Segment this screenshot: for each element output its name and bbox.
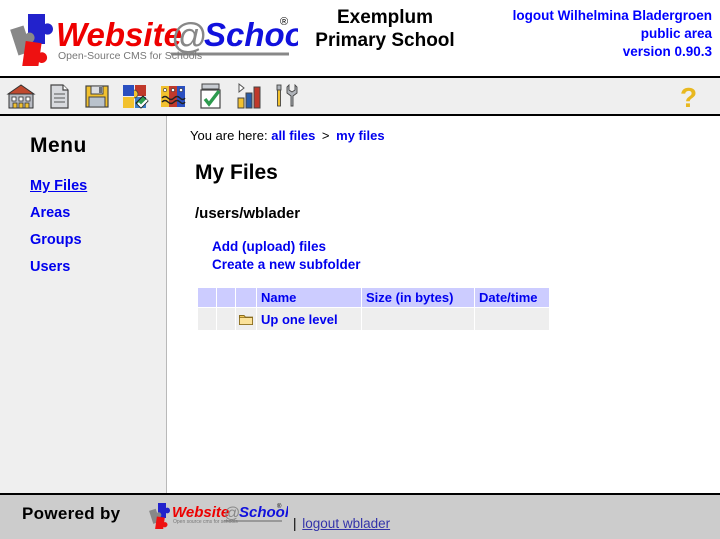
svg-text:®: ® — [280, 16, 288, 28]
question-mark-help-icon[interactable]: ? — [676, 82, 704, 113]
footer-logout-block: | logout wblader — [293, 516, 390, 531]
table-header-name[interactable]: Name — [256, 287, 362, 309]
sidebar-link-groups[interactable]: Groups — [30, 232, 82, 248]
table-header-datetime[interactable]: Date/time — [474, 287, 550, 309]
row-datetime-cell — [474, 307, 550, 332]
row-select-cell — [197, 307, 217, 332]
page-title: My Files — [195, 161, 278, 184]
table-header-size[interactable]: Size (in bytes) — [361, 287, 475, 309]
logout-link-footer[interactable]: logout wblader — [302, 516, 390, 531]
logout-link-header[interactable]: logout Wilhelmina Bladergroen — [513, 8, 712, 23]
page-document-icon[interactable] — [44, 81, 74, 111]
table-header-action — [216, 287, 236, 309]
school-name-line2: Primary School — [315, 30, 455, 52]
footer-brand-logo: Website @ School ® Open source cms for s… — [148, 501, 290, 532]
breadcrumb: You are here: all files > my files — [190, 128, 720, 143]
current-path-label: /users/wblader — [195, 205, 301, 222]
svg-text:Open-Source CMS for Schools: Open-Source CMS for Schools — [58, 50, 202, 62]
create-subfolder-link[interactable]: Create a new subfolder — [212, 256, 720, 274]
sidebar: Menu My Files Areas Groups Users — [0, 116, 167, 501]
table-row[interactable]: Up one level — [197, 307, 550, 332]
floppy-save-icon[interactable] — [82, 81, 112, 111]
action-links: Add (upload) files Create a new subfolde… — [212, 238, 720, 273]
sidebar-menu: My Files Areas Groups Users — [0, 178, 166, 275]
svg-text:Website: Website — [56, 16, 182, 53]
sidebar-title: Menu — [30, 134, 87, 157]
file-list-table: Name Size (in bytes) Date/time Up one le… — [197, 287, 550, 332]
svg-text:®: ® — [277, 503, 282, 510]
main-toolbar: ? — [0, 76, 720, 116]
help-glyph: ? — [680, 82, 697, 112]
toolbar-icon-group — [6, 81, 302, 111]
breadcrumb-separator: > — [321, 128, 330, 143]
website-at-school-logo-svg: Website @ School ® Open-Source CMS for S… — [10, 14, 298, 66]
sidebar-link-areas[interactable]: Areas — [30, 205, 70, 221]
school-name-line1: Exemplum — [336, 7, 434, 28]
row-action-cell — [216, 307, 236, 332]
area-label: public area — [640, 25, 712, 41]
footer-logo-svg: Website @ School ® Open source cms for s… — [149, 503, 290, 532]
page-footer: Powered by Website @ School ® Open sourc… — [0, 493, 720, 539]
main-content: You are here: all files > my files My Fi… — [168, 116, 720, 501]
row-name-cell[interactable]: Up one level — [256, 307, 362, 332]
page-body: Menu My Files Areas Groups Users You are… — [0, 116, 720, 501]
table-header-select — [197, 287, 217, 309]
footer-puzzle-pieces-icon — [149, 503, 170, 532]
tools-icon[interactable] — [272, 81, 302, 111]
page-header: Website @ School ® Open-Source CMS for S… — [0, 0, 720, 76]
row-icon-cell — [235, 307, 257, 332]
brand-logo: Website @ School ® Open-Source CMS for S… — [8, 8, 298, 66]
up-one-level-link[interactable]: Up one level — [261, 312, 338, 327]
users-faces-icon[interactable] — [158, 81, 188, 111]
account-info: logout Wilhelmina Bladergroen public are… — [513, 7, 712, 61]
breadcrumb-link-my-files[interactable]: my files — [336, 128, 384, 143]
powered-by-label: Powered by — [22, 504, 121, 523]
sidebar-item-users[interactable]: Users — [30, 259, 166, 275]
school-name: Exemplum Primary School — [300, 6, 470, 52]
add-upload-files-link[interactable]: Add (upload) files — [212, 238, 720, 256]
bar-chart-icon[interactable] — [234, 81, 264, 111]
breadcrumb-link-all-files[interactable]: all files — [271, 128, 315, 143]
footer-separator: | — [293, 516, 297, 531]
sidebar-item-my-files[interactable]: My Files — [30, 178, 166, 194]
school-building-icon[interactable] — [6, 81, 36, 111]
puzzle-pieces-icon — [10, 14, 53, 66]
row-size-cell — [361, 307, 475, 332]
puzzle-modules-icon[interactable] — [120, 81, 150, 111]
sidebar-link-my-files[interactable]: My Files — [30, 178, 87, 194]
svg-text:Open source cms for schools: Open source cms for schools — [173, 519, 238, 525]
folder-icon — [239, 313, 253, 328]
version-label: version 0.90.3 — [622, 43, 712, 59]
checklist-icon[interactable] — [196, 81, 226, 111]
table-header-row: Name Size (in bytes) Date/time — [197, 287, 550, 309]
sidebar-item-groups[interactable]: Groups — [30, 232, 166, 248]
sidebar-link-users[interactable]: Users — [30, 259, 70, 275]
table-header-icon — [235, 287, 257, 309]
sidebar-item-areas[interactable]: Areas — [30, 205, 166, 221]
breadcrumb-prefix: You are here: — [190, 128, 268, 143]
